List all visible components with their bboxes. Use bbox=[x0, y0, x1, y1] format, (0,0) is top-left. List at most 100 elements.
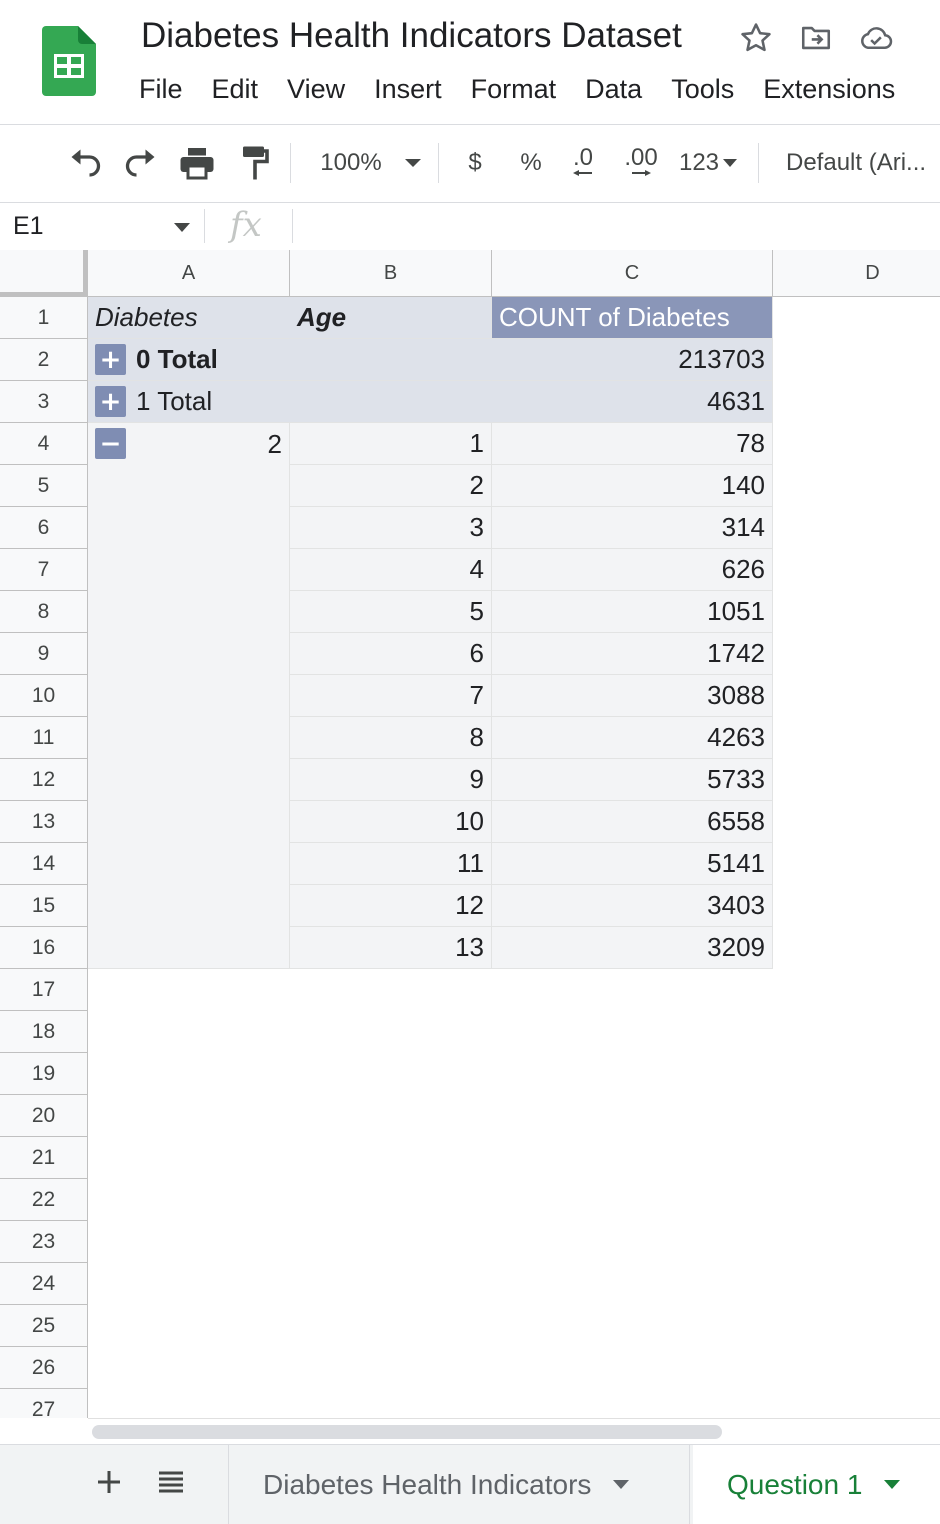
pivot-count-cell[interactable]: 5141 bbox=[492, 843, 773, 885]
zoom-select[interactable]: 100% bbox=[318, 143, 384, 183]
row-header[interactable]: 26 bbox=[0, 1347, 88, 1389]
row-header[interactable]: 3 bbox=[0, 381, 88, 423]
pivot-count-cell[interactable]: 4263 bbox=[492, 717, 773, 759]
pivot-header-age[interactable]: Age bbox=[290, 297, 492, 339]
menu-edit[interactable]: Edit bbox=[212, 74, 259, 110]
zoom-dropdown-arrow-icon[interactable] bbox=[398, 143, 428, 183]
increase-decimal-button[interactable]: .00 bbox=[618, 143, 664, 183]
column-header-c[interactable]: C bbox=[492, 250, 773, 297]
row-header[interactable]: 23 bbox=[0, 1221, 88, 1263]
row-header[interactable]: 2 bbox=[0, 339, 88, 381]
row-header[interactable]: 11 bbox=[0, 717, 88, 759]
percent-format-button[interactable]: % bbox=[515, 143, 547, 183]
pivot-count-cell[interactable]: 626 bbox=[492, 549, 773, 591]
name-box-dropdown-icon[interactable] bbox=[174, 223, 190, 232]
pivot-count-cell[interactable]: 140 bbox=[492, 465, 773, 507]
currency-format-button[interactable]: $ bbox=[460, 143, 490, 183]
print-icon[interactable] bbox=[176, 143, 218, 183]
select-all-corner[interactable] bbox=[0, 250, 88, 297]
row-header[interactable]: 22 bbox=[0, 1179, 88, 1221]
pivot-header-diabetes[interactable]: Diabetes bbox=[88, 297, 290, 339]
row-header[interactable]: 25 bbox=[0, 1305, 88, 1347]
name-box[interactable]: E1 bbox=[13, 212, 44, 241]
pivot-header-count[interactable]: COUNT of Diabetes bbox=[492, 297, 773, 339]
horizontal-scrollbar[interactable] bbox=[88, 1418, 940, 1445]
pivot-age-cell[interactable]: 10 bbox=[290, 801, 492, 843]
row-header[interactable]: 19 bbox=[0, 1053, 88, 1095]
pivot-count-cell[interactable]: 3088 bbox=[492, 675, 773, 717]
menu-data[interactable]: Data bbox=[585, 74, 642, 110]
menu-insert[interactable]: Insert bbox=[374, 74, 442, 110]
row-header[interactable]: 20 bbox=[0, 1095, 88, 1137]
pivot-age-cell[interactable]: 3 bbox=[290, 507, 492, 549]
row-header[interactable]: 16 bbox=[0, 927, 88, 969]
row-header[interactable]: 21 bbox=[0, 1137, 88, 1179]
expand-plus-icon[interactable]: + bbox=[95, 386, 126, 417]
pivot-total-value[interactable]: 213703 bbox=[492, 339, 773, 381]
pivot-age-cell[interactable]: 8 bbox=[290, 717, 492, 759]
row-header[interactable]: 4 bbox=[0, 423, 88, 465]
document-title[interactable]: Diabetes Health Indicators Dataset bbox=[141, 16, 682, 56]
cloud-saved-icon[interactable] bbox=[858, 20, 894, 56]
sheet-tab-question-1[interactable]: Question 1 bbox=[693, 1445, 940, 1524]
menu-file[interactable]: File bbox=[139, 74, 183, 110]
scrollbar-thumb[interactable] bbox=[92, 1425, 722, 1439]
column-header-d[interactable]: D bbox=[773, 250, 940, 297]
pivot-age-cell[interactable]: 12 bbox=[290, 885, 492, 927]
row-header[interactable]: 17 bbox=[0, 969, 88, 1011]
pivot-count-cell[interactable]: 78 bbox=[492, 423, 773, 465]
undo-icon[interactable] bbox=[64, 143, 106, 183]
column-header-a[interactable]: A bbox=[88, 250, 290, 297]
font-family-select[interactable]: Default (Ari... bbox=[786, 143, 936, 183]
number-format-button[interactable]: 123 bbox=[674, 143, 744, 183]
decrease-decimal-button[interactable]: .0 bbox=[562, 143, 604, 183]
pivot-group-cell[interactable]: − 2 bbox=[88, 423, 290, 969]
chevron-down-icon[interactable] bbox=[884, 1480, 901, 1489]
row-header[interactable]: 18 bbox=[0, 1011, 88, 1053]
row-header[interactable]: 24 bbox=[0, 1263, 88, 1305]
pivot-total-value[interactable]: 4631 bbox=[492, 381, 773, 423]
row-header[interactable]: 15 bbox=[0, 885, 88, 927]
pivot-age-cell[interactable]: 6 bbox=[290, 633, 492, 675]
pivot-age-cell[interactable]: 2 bbox=[290, 465, 492, 507]
menu-tools[interactable]: Tools bbox=[671, 74, 734, 110]
row-header[interactable]: 9 bbox=[0, 633, 88, 675]
star-icon[interactable] bbox=[738, 20, 774, 56]
row-header[interactable]: 1 bbox=[0, 297, 88, 339]
pivot-age-cell[interactable]: 5 bbox=[290, 591, 492, 633]
pivot-count-cell[interactable]: 1742 bbox=[492, 633, 773, 675]
menu-view[interactable]: View bbox=[287, 74, 345, 110]
chevron-down-icon[interactable] bbox=[613, 1480, 630, 1489]
sheets-logo-icon[interactable] bbox=[42, 26, 96, 96]
row-header[interactable]: 14 bbox=[0, 843, 88, 885]
column-header-b[interactable]: B bbox=[290, 250, 492, 297]
pivot-age-cell[interactable]: 13 bbox=[290, 927, 492, 969]
expand-plus-icon[interactable]: + bbox=[95, 344, 126, 375]
pivot-age-cell[interactable]: 9 bbox=[290, 759, 492, 801]
menu-extensions[interactable]: Extensions bbox=[763, 74, 895, 110]
row-header[interactable]: 5 bbox=[0, 465, 88, 507]
menu-format[interactable]: Format bbox=[471, 74, 557, 110]
pivot-age-cell[interactable]: 1 bbox=[290, 423, 492, 465]
row-header[interactable]: 27 bbox=[0, 1389, 88, 1418]
pivot-count-cell[interactable]: 5733 bbox=[492, 759, 773, 801]
pivot-count-cell[interactable]: 6558 bbox=[492, 801, 773, 843]
add-sheet-button[interactable] bbox=[92, 1465, 126, 1499]
pivot-count-cell[interactable]: 1051 bbox=[492, 591, 773, 633]
row-header[interactable]: 10 bbox=[0, 675, 88, 717]
row-header[interactable]: 6 bbox=[0, 507, 88, 549]
move-to-folder-icon[interactable] bbox=[798, 20, 834, 56]
pivot-age-cell[interactable]: 11 bbox=[290, 843, 492, 885]
redo-icon[interactable] bbox=[120, 143, 162, 183]
sheet-tab-diabetes-health-indicators[interactable]: Diabetes Health Indicators bbox=[228, 1445, 690, 1524]
pivot-age-cell[interactable]: 4 bbox=[290, 549, 492, 591]
row-header[interactable]: 8 bbox=[0, 591, 88, 633]
pivot-total-row-1[interactable]: + 1 Total bbox=[88, 381, 492, 423]
pivot-count-cell[interactable]: 314 bbox=[492, 507, 773, 549]
pivot-count-cell[interactable]: 3209 bbox=[492, 927, 773, 969]
paint-format-icon[interactable] bbox=[234, 143, 276, 183]
pivot-count-cell[interactable]: 3403 bbox=[492, 885, 773, 927]
row-header[interactable]: 7 bbox=[0, 549, 88, 591]
pivot-total-row-0[interactable]: + 0 Total bbox=[88, 339, 492, 381]
row-header[interactable]: 12 bbox=[0, 759, 88, 801]
